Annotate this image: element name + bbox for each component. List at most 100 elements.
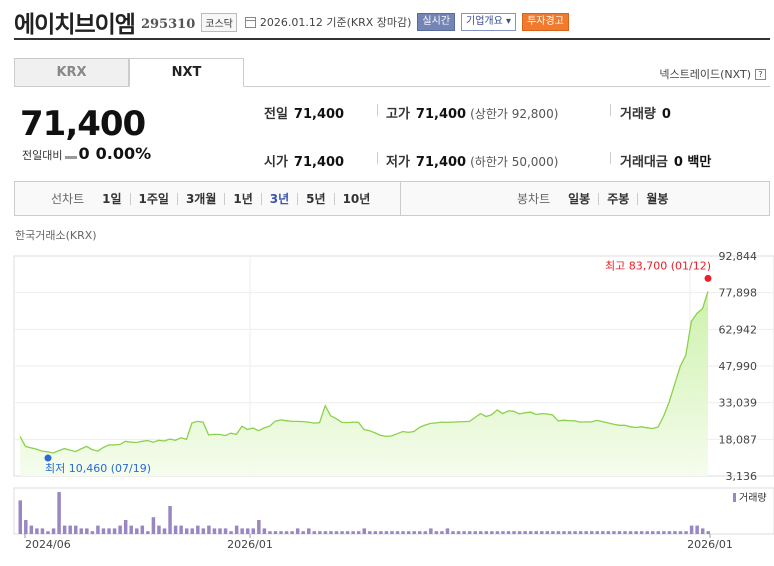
- volume-bar: [612, 531, 616, 534]
- y-tick-label: 3,136: [726, 470, 758, 483]
- volume-bar: [589, 531, 594, 534]
- volume-bar: [634, 531, 638, 534]
- volume-bar: [512, 531, 516, 534]
- period-1d[interactable]: 1일: [94, 193, 129, 205]
- max-point: [704, 274, 712, 282]
- flat-icon: [65, 156, 78, 159]
- realtime-button[interactable]: 실시간: [417, 13, 456, 31]
- company-overview-button[interactable]: 기업개요 ▾: [461, 13, 517, 31]
- candle-monthly[interactable]: 월봉: [637, 192, 676, 205]
- volume-bar: [384, 531, 389, 534]
- y-tick-label: 62,942: [719, 323, 758, 336]
- price-chart: 92,844 77,898 62,942 47,990 33,039 18,087 3,13…: [13, 250, 774, 551]
- stat-volume: 거래량 0: [620, 107, 671, 122]
- volume-bar: [429, 528, 433, 534]
- volume-bar: [628, 531, 633, 534]
- volume-bar: [79, 528, 84, 534]
- stock-header: 에이치브이엠 295310 코스닥 2026.01.12 기준(KRX 장마감)…: [14, 6, 770, 40]
- volume-bar: [662, 531, 666, 534]
- volume-bar: [68, 525, 72, 534]
- volume-bar: [184, 528, 189, 534]
- volume-bar: [24, 520, 28, 534]
- volume-bar: [18, 500, 22, 534]
- volume-bar: [362, 528, 366, 534]
- volume-bar: [639, 531, 644, 534]
- period-5y[interactable]: 5년: [297, 192, 333, 205]
- volume-bar: [479, 531, 483, 534]
- volume-bar: [73, 525, 78, 534]
- period-3m[interactable]: 3개월: [176, 192, 224, 205]
- divider: [377, 152, 378, 164]
- max-label: 최고 83,700 (01/12): [605, 259, 711, 272]
- y-tick-label: 33,039: [719, 397, 758, 410]
- volume-bar: [168, 506, 172, 534]
- volume-bar: [601, 531, 605, 534]
- tab-krx[interactable]: KRX: [14, 58, 129, 87]
- volume-bar: [151, 517, 156, 534]
- period-1y[interactable]: 1년: [224, 192, 260, 205]
- volume-bar: [112, 528, 117, 534]
- exchange-tabs: KRX NXT: [14, 58, 244, 87]
- period-bar: 선차트 1일 1주일 3개월 1년 3년 5년 10년 봉차트 일봉 주봉 월봉: [14, 181, 770, 216]
- candle-daily[interactable]: 일봉: [560, 193, 598, 205]
- volume-bar: [229, 531, 233, 534]
- min-label: 최저 10,460 (07/19): [45, 462, 151, 475]
- volume-bar: [295, 528, 300, 534]
- volume-bar: [667, 531, 672, 534]
- candle-chart-label: 봉차트: [517, 192, 551, 206]
- help-icon[interactable]: ?: [755, 68, 766, 80]
- volume-bar: [706, 531, 710, 534]
- y-tick-label: 92,844: [719, 250, 758, 263]
- volume-bar: [434, 531, 439, 534]
- volume-bar: [257, 520, 261, 534]
- line-chart-periods: 선차트 1일 1주일 3개월 1년 3년 5년 10년: [15, 182, 401, 215]
- volume-bar: [623, 531, 627, 534]
- tab-nxt[interactable]: NXT: [129, 58, 244, 87]
- candle-weekly[interactable]: 주봉: [598, 192, 637, 205]
- stat-low: 저가 71,400 (하한가 50,000): [386, 155, 559, 170]
- calendar-icon: [244, 16, 256, 28]
- volume-bar: [490, 531, 494, 534]
- volume-bar: [451, 531, 455, 534]
- volume-bar: [412, 531, 416, 534]
- volume-bar: [284, 531, 289, 534]
- volume-bar: [118, 525, 122, 534]
- candle-chart-periods: 봉차트 일봉 주봉 월봉: [401, 182, 769, 215]
- tab-divider: [244, 86, 770, 87]
- volume-bar: [689, 525, 694, 534]
- volume-bar: [340, 531, 344, 534]
- volume-bar: [179, 525, 183, 534]
- stock-code: 295310: [140, 16, 196, 32]
- volume-bar: [506, 531, 511, 534]
- stat-amount: 거래대금 0 백만: [620, 155, 712, 170]
- volume-bar: [656, 531, 661, 534]
- volume-bar: [196, 525, 200, 534]
- volume-bar: [273, 531, 278, 534]
- volume-bar: [501, 531, 505, 534]
- volume-bar: [651, 531, 655, 534]
- current-price: 71,400: [20, 104, 146, 144]
- volume-bar: [351, 531, 355, 534]
- volume-bar: [373, 531, 378, 534]
- volume-bar: [29, 525, 34, 534]
- investment-warning-badge[interactable]: 투자경고: [522, 13, 569, 31]
- min-point: [44, 454, 52, 462]
- volume-bar: [312, 531, 317, 534]
- volume-bar: [684, 531, 688, 534]
- volume-bar: [368, 531, 372, 534]
- period-10y[interactable]: 10년: [333, 192, 379, 205]
- period-1w[interactable]: 1주일: [129, 192, 177, 205]
- period-3y[interactable]: 3년: [260, 192, 297, 205]
- volume-bar: [301, 531, 305, 534]
- y-tick-label: 77,898: [719, 287, 758, 300]
- nextrade-label: 넥스트레이드(NXT): [659, 68, 751, 81]
- nextrade-link[interactable]: 넥스트레이드(NXT) ?: [659, 66, 766, 82]
- volume-bar: [101, 528, 106, 534]
- volume-bar: [584, 531, 588, 534]
- stock-name: 에이치브이엠: [14, 12, 136, 38]
- volume-bar: [545, 531, 550, 534]
- price-area: [20, 291, 708, 476]
- volume-bar: [223, 528, 228, 534]
- volume-bar: [162, 528, 167, 534]
- x-tick-label: 2024/06: [25, 538, 71, 551]
